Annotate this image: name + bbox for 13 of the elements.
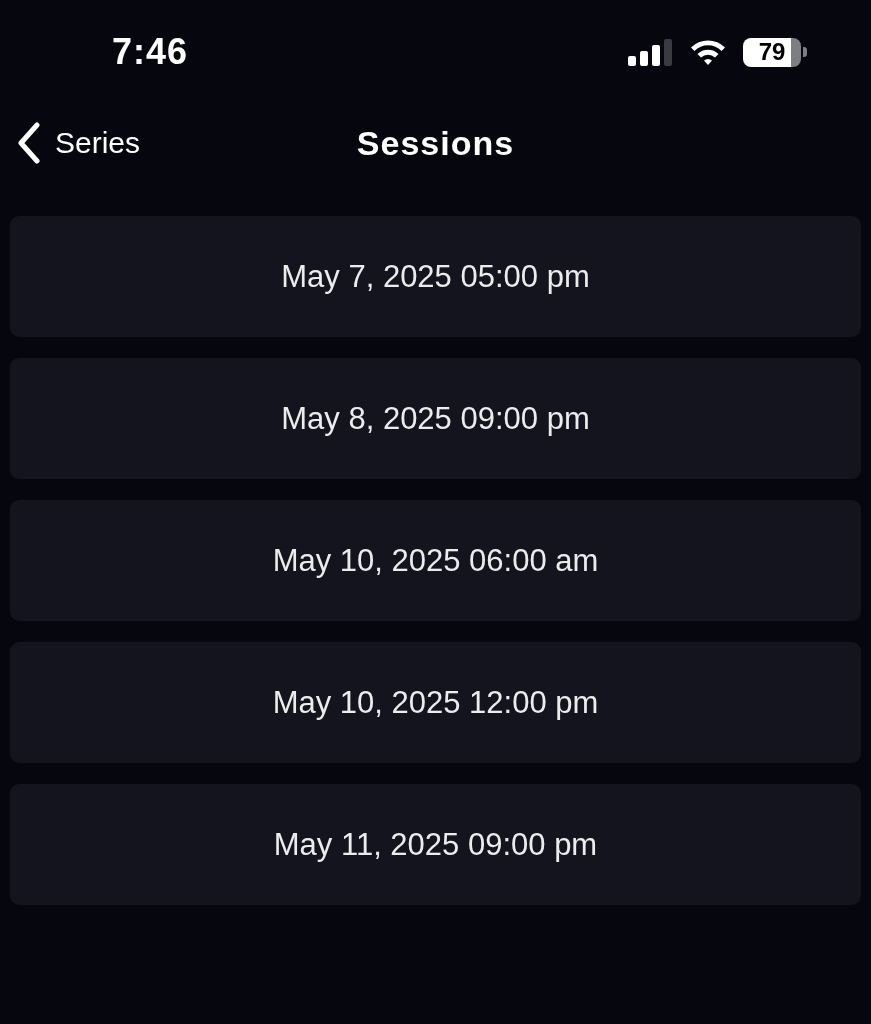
battery-tip-icon	[803, 47, 807, 57]
session-button[interactable]: May 11, 2025 09:00 pm	[10, 784, 861, 905]
wifi-icon	[689, 38, 727, 66]
status-time: 7:46	[112, 31, 189, 73]
session-button[interactable]: May 8, 2025 09:00 pm	[10, 358, 861, 479]
session-button[interactable]: May 7, 2025 05:00 pm	[10, 216, 861, 337]
battery-indicator: 79	[743, 37, 801, 67]
session-button[interactable]: May 10, 2025 06:00 am	[10, 500, 861, 621]
back-button[interactable]: Series	[17, 122, 141, 164]
session-button[interactable]: May 10, 2025 12:00 pm	[10, 642, 861, 763]
signal-icon	[628, 38, 673, 66]
page-title: Sessions	[356, 123, 515, 163]
chevron-left-icon	[17, 122, 41, 164]
